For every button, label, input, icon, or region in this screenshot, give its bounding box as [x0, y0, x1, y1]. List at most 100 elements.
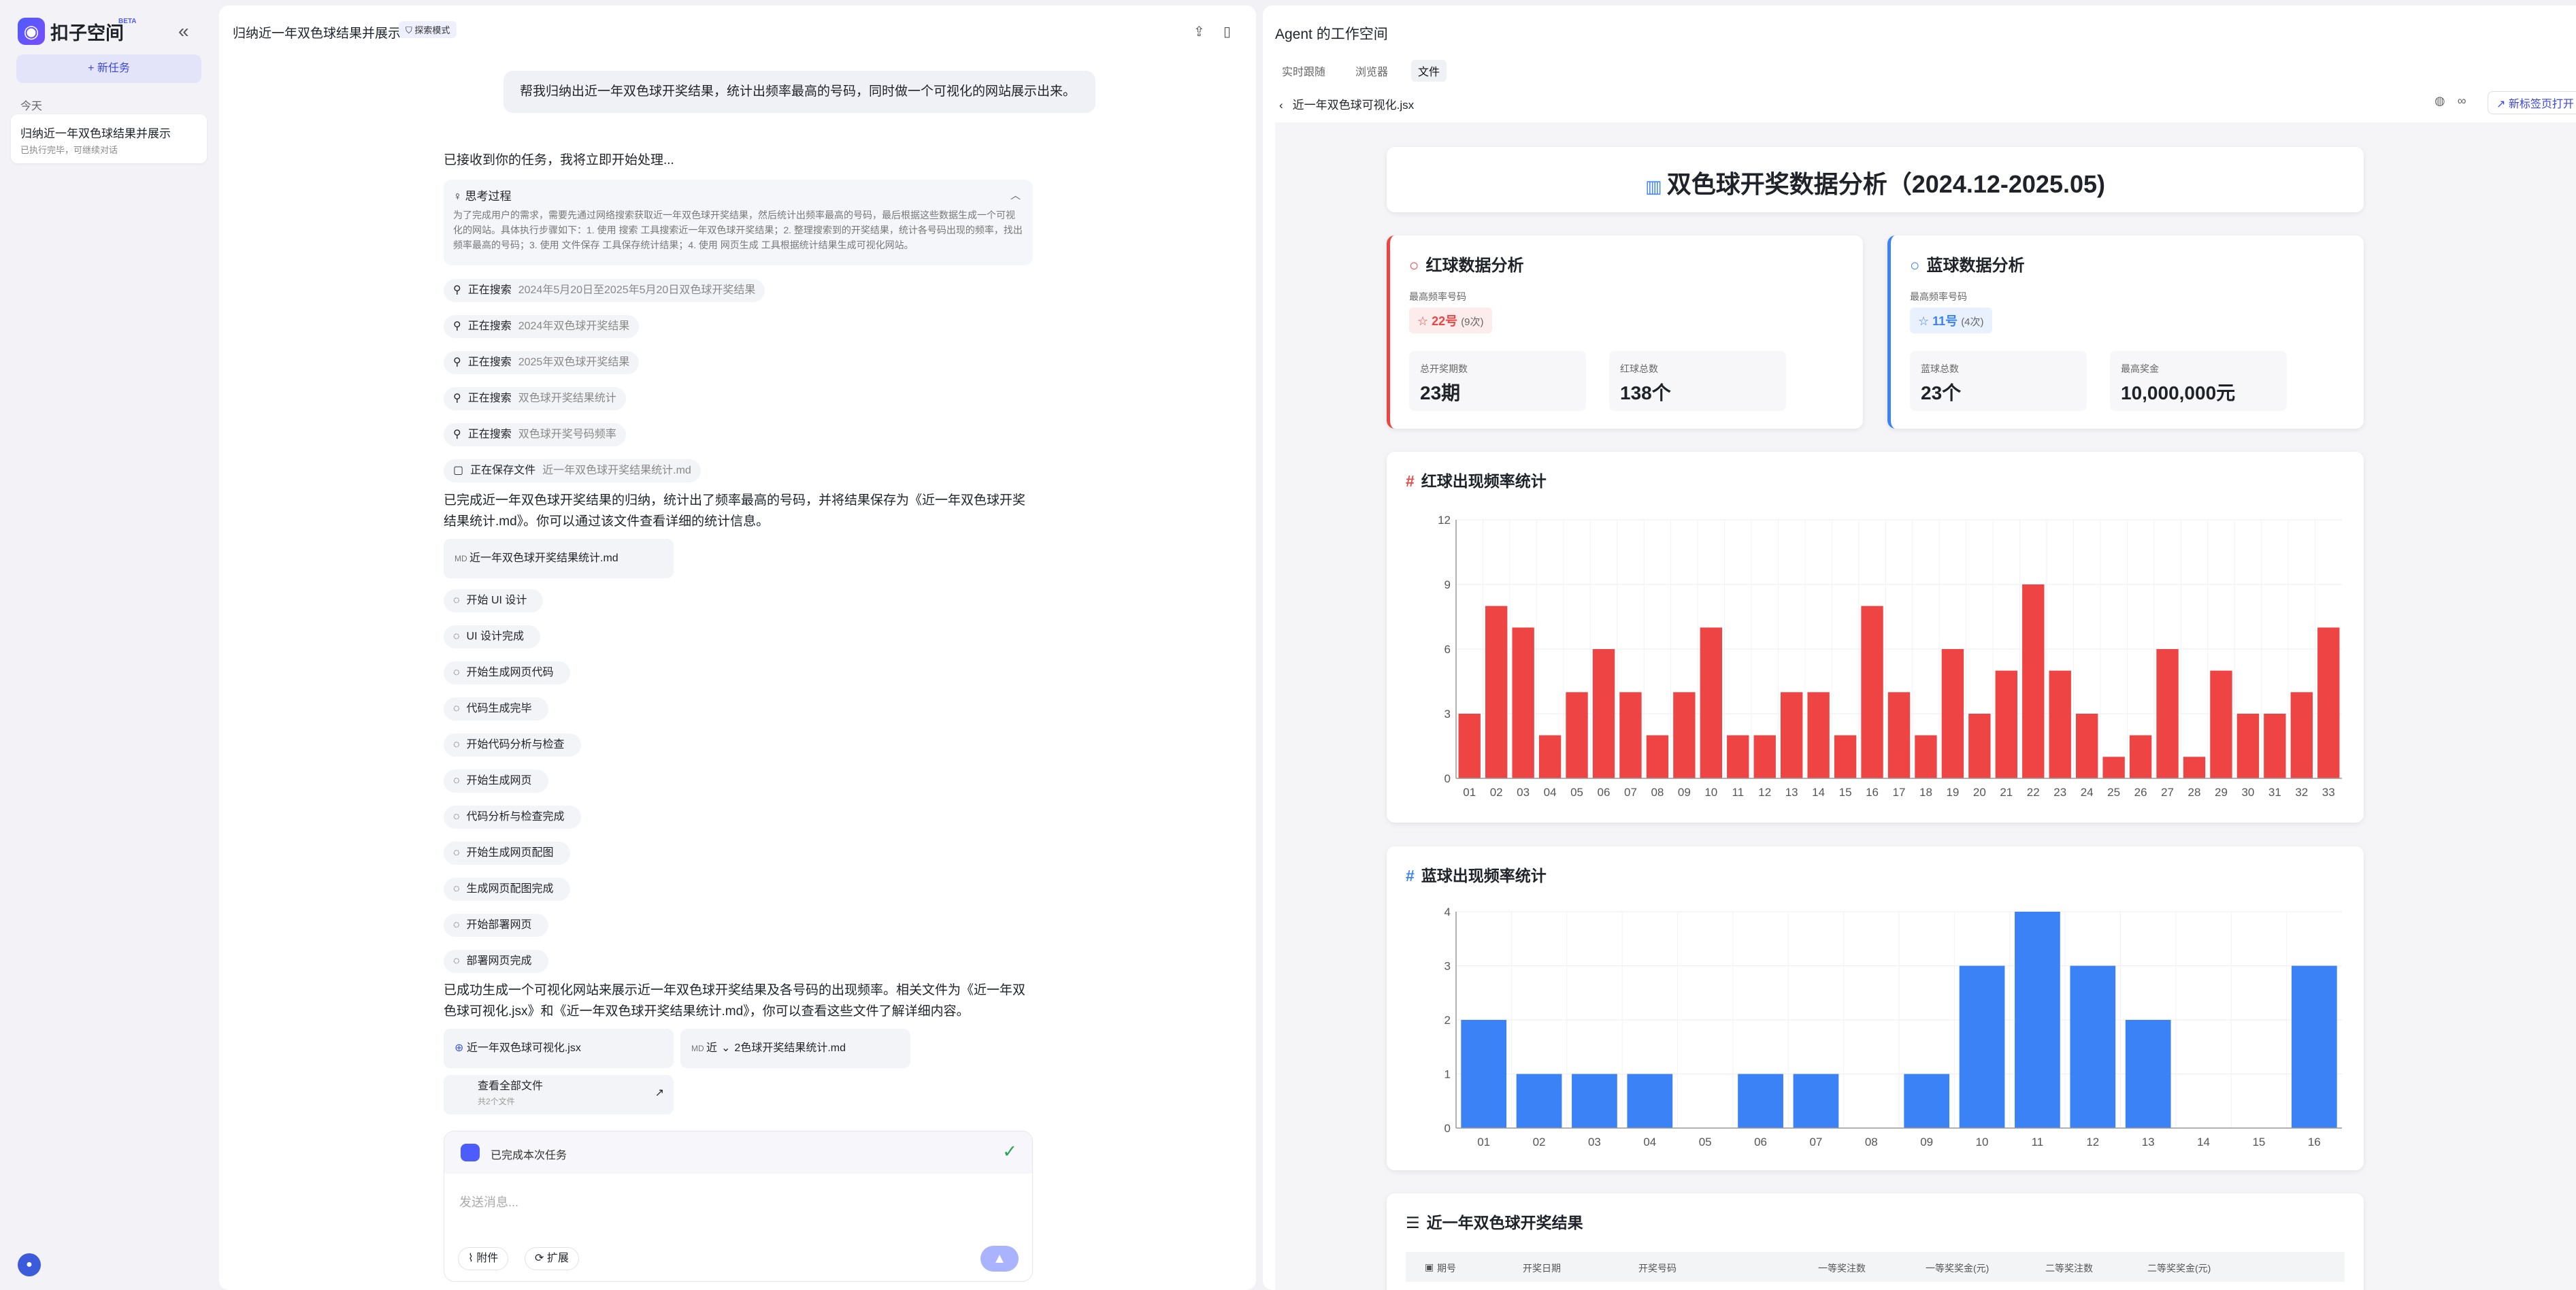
bar	[2291, 965, 2337, 1128]
collapse-sidebar-icon[interactable]: «	[178, 20, 189, 42]
history-item[interactable]: 归纳近一年双色球结果并展示 已执行完毕，可继续对话	[11, 114, 207, 163]
loop-icon: ◌	[453, 631, 460, 642]
md-file-card[interactable]: MD 近一年双色球开奖结果统计.md	[444, 539, 674, 578]
x-tick-label: 01	[1477, 1136, 1490, 1148]
save-step[interactable]: ▢ 正在保存文件 近一年双色球开奖结果统计.md	[444, 459, 701, 482]
link-icon[interactable]: ∞	[2458, 94, 2466, 108]
step-label: 代码分析与检查完成	[466, 811, 565, 823]
progress-step[interactable]: ◌ UI 设计完成	[444, 625, 540, 648]
current-file: 近一年双色球可视化.jsx	[1292, 99, 1415, 112]
progress-step[interactable]: ◌ 代码分析与检查完成	[444, 806, 581, 829]
attach-button[interactable]: ⌇ 附件	[458, 1247, 509, 1270]
mode-badge: ⛉ 探索模式	[399, 21, 457, 38]
x-tick-label: 15	[2252, 1136, 2265, 1148]
open-new-tab-button[interactable]: ↗ 新标签页打开	[2488, 91, 2576, 114]
x-tick-label: 27	[2161, 786, 2174, 799]
bar	[1458, 714, 1481, 778]
bar	[2210, 670, 2232, 778]
x-tick-label: 18	[1919, 786, 1932, 799]
user-avatar-icon[interactable]: ●	[18, 1253, 41, 1276]
blue-top-count: (4次)	[1961, 316, 1984, 328]
y-tick-label: 6	[1444, 643, 1451, 656]
progress-step[interactable]: ◌ 开始生成网页	[444, 770, 548, 793]
stat-value: 23期	[1420, 382, 1461, 403]
share-icon[interactable]: ⇪	[1193, 23, 1205, 40]
progress-step[interactable]: ◌ 开始 UI 设计	[444, 589, 544, 612]
back-icon[interactable]: ‹	[1279, 99, 1283, 112]
search-step[interactable]: ⚲ 正在搜索 2024年5月20日至2025年5月20日双色球开奖结果	[444, 279, 765, 302]
x-tick-label: 31	[2268, 786, 2281, 799]
extend-button[interactable]: ⟳ 扩展	[525, 1247, 579, 1270]
file-icon: ▢	[453, 465, 464, 476]
blue-card-title: 蓝球数据分析	[1926, 257, 2025, 275]
progress-step[interactable]: ◌ 开始生成网页代码	[444, 661, 570, 684]
blue-balls-stat: 蓝球总数 23个	[1910, 351, 2087, 411]
history-item-status: 已执行完毕，可继续对话	[20, 145, 118, 155]
y-tick-label: 0	[1444, 1122, 1451, 1135]
comment-icon[interactable]: ◍	[2434, 94, 2445, 108]
x-tick-label: 12	[2086, 1136, 2099, 1148]
bar	[1887, 692, 1911, 778]
step-label: 部署网页完成	[466, 955, 532, 967]
x-tick-label: 09	[1920, 1136, 1933, 1148]
x-tick-label: 08	[1651, 786, 1664, 799]
jsx-file-card[interactable]: ⊕ 近一年双色球可视化.jsx	[444, 1029, 674, 1068]
step-label: 开始生成网页代码	[466, 667, 554, 678]
open-new-label: 新标签页打开	[2508, 99, 2574, 110]
panel-toggle-icon[interactable]: ▯	[1223, 23, 1231, 40]
md-file-card-2[interactable]: MD 近 ⌄ 2色球开奖结果统计.md	[680, 1029, 910, 1068]
bar	[1781, 692, 1803, 778]
ack-text: 已接收到你的任务，我将立即开始处理...	[444, 153, 674, 167]
file-name-part: 2色球开奖结果统计.md	[734, 1042, 846, 1054]
bar	[1915, 735, 1937, 778]
x-tick-label: 09	[1678, 786, 1691, 799]
stat-value: 23个	[1921, 382, 1962, 403]
tab-live[interactable]: 实时跟随	[1275, 60, 1332, 82]
progress-step[interactable]: ◌ 开始部署网页	[444, 914, 548, 937]
progress-step[interactable]: ◌ 部署网页完成	[444, 950, 548, 973]
table-header: 二等奖奖金(元)	[2147, 1263, 2211, 1274]
all-files-card[interactable]: 查看全部文件 共2个文件 ↗	[444, 1075, 674, 1114]
y-tick-label: 3	[1444, 708, 1451, 721]
x-tick-label: 21	[2000, 786, 2013, 799]
star-icon: ☆	[1417, 314, 1432, 328]
chevron-down-icon[interactable]: ⌄	[721, 1042, 730, 1054]
bar	[2236, 714, 2260, 778]
app-logo-icon: ◉	[18, 18, 45, 45]
bar	[1566, 692, 1588, 778]
tab-files[interactable]: 文件	[1411, 60, 1447, 82]
progress-step[interactable]: ◌ 开始生成网页配图	[444, 842, 570, 865]
step-label: 开始部署网页	[466, 919, 532, 931]
bar	[2183, 757, 2206, 778]
tab-browser[interactable]: 浏览器	[1349, 60, 1395, 82]
step-label: 正在搜索	[467, 393, 512, 404]
send-button[interactable]: ▲	[980, 1246, 1019, 1272]
loop-icon: ◌	[453, 595, 460, 606]
blue-top-value: 11号	[1932, 314, 1958, 328]
table-header: 二等奖注数	[2045, 1263, 2093, 1274]
progress-step[interactable]: ◌ 生成网页配图完成	[444, 878, 570, 901]
search-step[interactable]: ⚲ 正在搜索 双色球开奖结果统计	[444, 387, 626, 410]
thinking-panel[interactable]: ♀ 思考过程 为了完成用户的需求，需要先通过网络搜索获取近一年双色球开奖结果，然…	[444, 180, 1033, 265]
x-tick-label: 16	[1866, 786, 1879, 799]
x-tick-label: 10	[1976, 1136, 1989, 1148]
progress-step[interactable]: ◌ 开始代码分析与检查	[444, 733, 581, 757]
search-step[interactable]: ⚲ 正在搜索 2025年双色球开奖结果	[444, 351, 640, 374]
search-step[interactable]: ⚲ 正在搜索 2024年双色球开奖结果	[444, 315, 640, 338]
bar	[1834, 735, 1857, 778]
bar	[1807, 692, 1830, 778]
step-label: 正在搜索	[467, 284, 512, 296]
y-tick-label: 4	[1444, 906, 1451, 919]
chevron-up-icon[interactable]: ︿	[1010, 188, 1021, 202]
progress-step[interactable]: ◌ 代码生成完毕	[444, 697, 548, 721]
search-query: 双色球开奖号码频率	[518, 429, 616, 440]
bar	[1959, 965, 2005, 1128]
message-input[interactable]: 发送消息...	[459, 1193, 518, 1210]
new-task-button[interactable]: + 新任务	[16, 54, 201, 83]
x-tick-label: 20	[1973, 786, 1986, 799]
search-step[interactable]: ⚲ 正在搜索 双色球开奖号码频率	[444, 423, 626, 446]
step-label: UI 设计完成	[466, 631, 524, 642]
x-tick-label: 23	[2053, 786, 2066, 799]
file-breadcrumb: ‹ 近一年双色球可视化.jsx	[1279, 95, 1414, 112]
x-tick-label: 12	[1758, 786, 1771, 799]
